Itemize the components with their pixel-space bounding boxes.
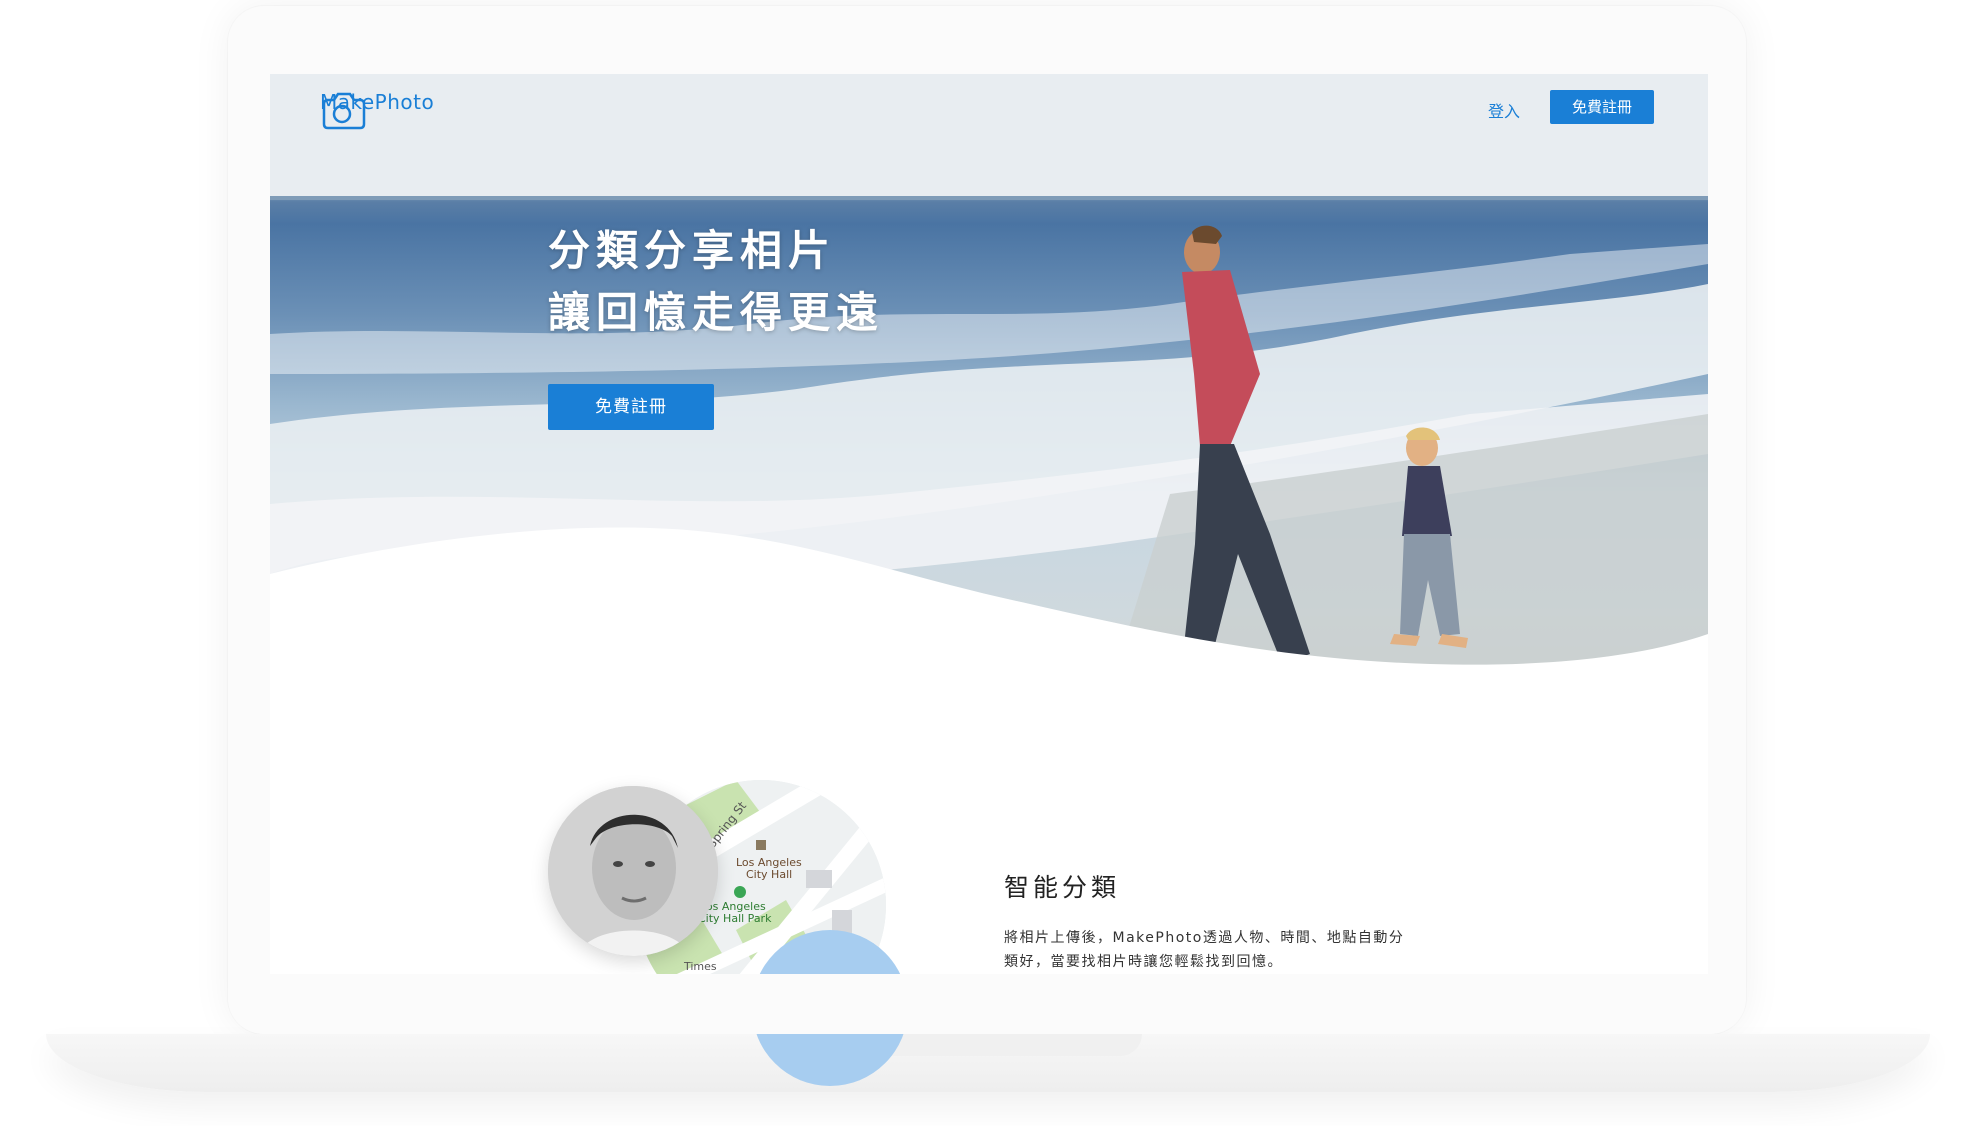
hero-headline: 分類分享相片 讓回憶走得更遠	[548, 220, 884, 344]
feature-title: 智能分類	[1004, 873, 1121, 902]
map-label-city-hall-2: City Hall	[746, 868, 792, 881]
website-screen: MakePhoto 登入 免費註冊 分類分享相片 讓回憶走得更遠 免費註冊	[270, 74, 1708, 974]
beach-photo	[270, 74, 1708, 754]
hero-signup-button[interactable]: 免費註冊	[548, 384, 714, 430]
camera-icon	[322, 92, 366, 130]
hero-banner: MakePhoto 登入 免費註冊 分類分享相片 讓回憶走得更遠 免費註冊	[270, 74, 1708, 754]
person-avatar	[548, 786, 718, 956]
headline-line-1: 分類分享相片	[548, 226, 837, 275]
brand-logo[interactable]: MakePhoto	[320, 90, 434, 130]
laptop-bezel-bottom	[228, 974, 1746, 1034]
map-label-park-2: City Hall Park	[698, 912, 772, 925]
feature-description: 將相片上傳後，MakePhoto透過人物、時間、地點自動分 類好，當要找相片時讓…	[1004, 926, 1464, 974]
map-label-times: Times	[683, 960, 717, 973]
headline-line-2: 讓回憶走得更遠	[548, 288, 885, 337]
feature-desc-line-2: 類好，當要找相片時讓您輕鬆找到回憶。	[1004, 954, 1283, 970]
login-link[interactable]: 登入	[1488, 98, 1520, 122]
face-image	[548, 786, 718, 956]
feature-desc-line-1: 將相片上傳後，MakePhoto透過人物、時間、地點自動分	[1004, 930, 1405, 946]
signup-button[interactable]: 免費註冊	[1550, 90, 1654, 124]
